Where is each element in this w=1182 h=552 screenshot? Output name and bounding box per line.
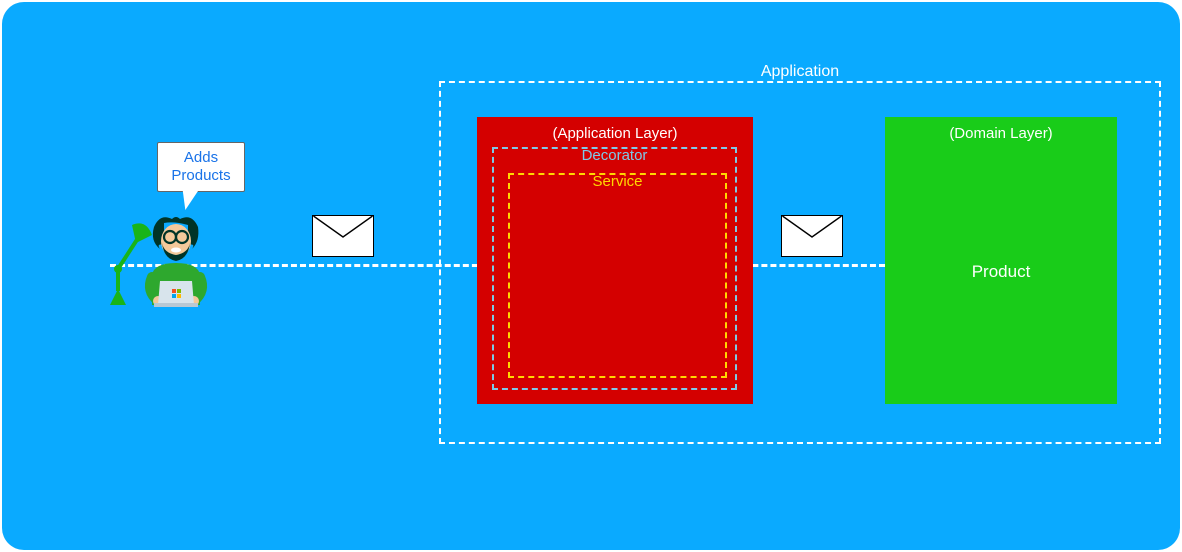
service-label: Service [592, 173, 642, 190]
service-box: Service [508, 173, 727, 378]
decorator-label: Decorator [582, 147, 648, 164]
envelope-icon [312, 215, 374, 257]
application-layer-box: (Application Layer) Decorator Service [477, 117, 753, 404]
product-label: Product [972, 262, 1031, 282]
application-layer-label: (Application Layer) [552, 125, 677, 142]
domain-layer-label: (Domain Layer) [949, 125, 1052, 142]
speech-bubble: Adds Products [157, 142, 245, 192]
domain-layer-box: (Domain Layer) Product [885, 117, 1117, 404]
developer-icon [102, 207, 232, 317]
application-container: Application (Application Layer) Decorato… [439, 81, 1161, 444]
application-label: Application [761, 63, 839, 81]
diagram-canvas: Adds Products Application (Application L… [2, 2, 1180, 550]
speech-text: Adds Products [158, 149, 244, 185]
decorator-box: Decorator Service [492, 147, 737, 390]
